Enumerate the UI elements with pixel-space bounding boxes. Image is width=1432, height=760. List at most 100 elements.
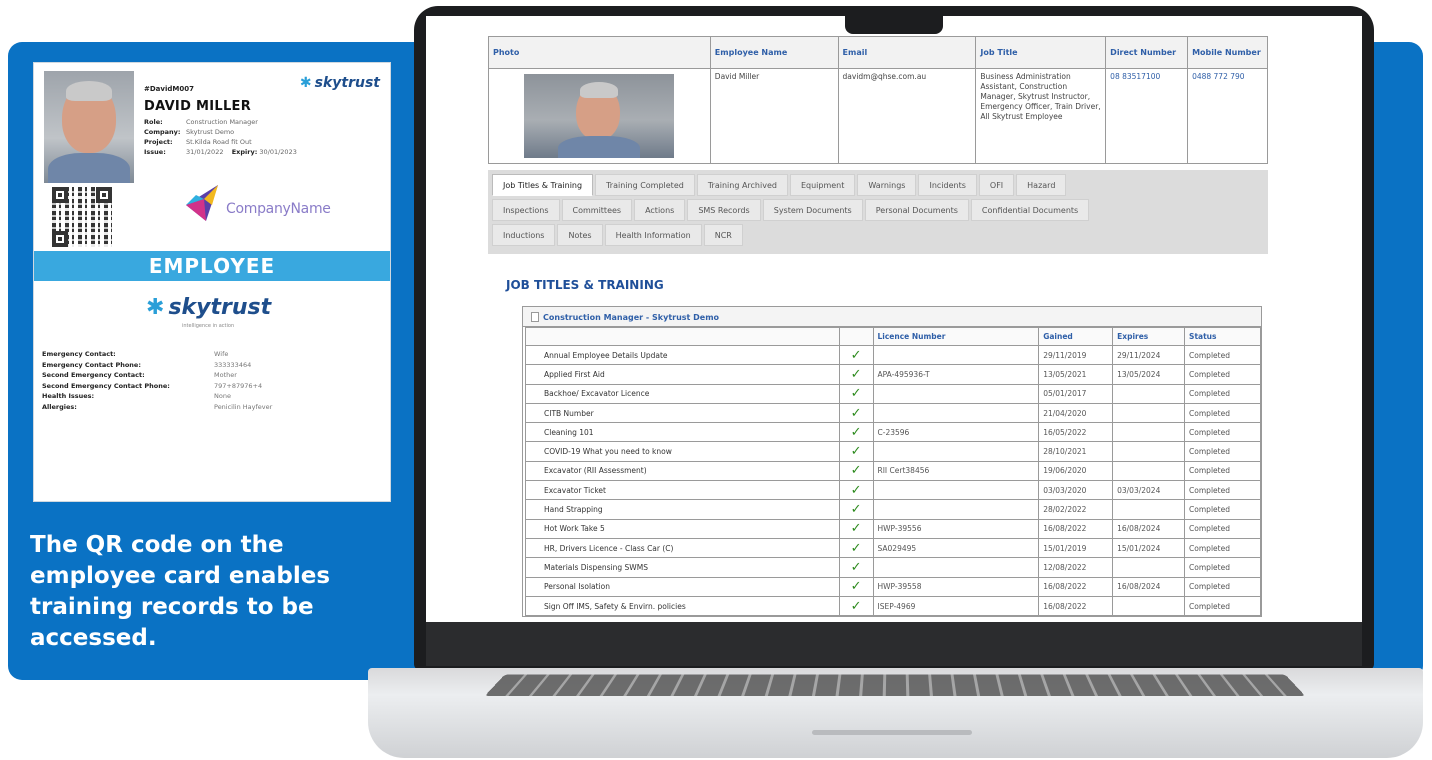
expires-date: [1112, 595, 1186, 617]
header-tick: [838, 327, 874, 346]
tab-hazard[interactable]: Hazard: [1016, 174, 1067, 196]
expires-date: [1112, 460, 1186, 482]
tab-equipment[interactable]: Equipment: [789, 174, 856, 196]
training-course: Excavator Ticket: [525, 480, 840, 501]
snowflake-icon: ✱: [299, 75, 312, 91]
header-expires: Expires: [1112, 327, 1186, 346]
tab-inspections[interactable]: Inspections: [492, 199, 560, 221]
tab-ofi[interactable]: OFI: [978, 174, 1015, 196]
card-employee-id: #DavidM007: [144, 85, 194, 93]
tab-inductions[interactable]: Inductions: [492, 224, 556, 246]
checkmark-icon: ✓: [838, 460, 874, 482]
tab-ncr[interactable]: NCR: [703, 224, 743, 246]
expires-date: [1112, 402, 1186, 424]
employee-band: EMPLOYEE: [34, 251, 390, 281]
gained-date: 13/05/2021: [1038, 364, 1114, 385]
tab-system-documents[interactable]: System Documents: [762, 199, 863, 221]
training-course: Hand Strapping: [525, 499, 840, 520]
table-row[interactable]: Sign Off IMS, Safety & Envirn. policies ✓…: [525, 595, 1261, 617]
training-panel: Construction Manager - Skytrust Demo Lic…: [522, 306, 1262, 618]
emergency-row: Health Issues: None: [42, 392, 231, 400]
table-row[interactable]: Excavator (RII Assessment) ✓ RII Cert38456…: [525, 460, 1261, 482]
expires-date: 29/11/2024: [1112, 344, 1186, 366]
header-email: Email: [837, 36, 977, 69]
tab-health-information[interactable]: Health Information: [604, 224, 702, 246]
expires-date: 15/01/2024: [1112, 537, 1186, 559]
training-course: Personal Isolation: [525, 576, 840, 597]
table-row[interactable]: Materials Dispensing SWMS ✓ 12/08/2022 Comp…: [525, 557, 1261, 578]
tab-training-completed[interactable]: Training Completed: [595, 174, 695, 196]
table-row[interactable]: Hand Strapping ✓ 28/02/2022 Completed: [525, 499, 1261, 520]
cell-mobile-number[interactable]: 0488 772 790: [1187, 68, 1268, 164]
licence-number: SA029495: [872, 537, 1040, 559]
qr-code[interactable]: [52, 187, 112, 247]
emergency-info: Emergency Contact: Wife Emergency Contact…: [42, 349, 272, 412]
tab-warnings[interactable]: Warnings: [857, 174, 917, 196]
table-row[interactable]: Hot Work Take 5 ✓ HWP-39556 16/08/2022 16/08…: [525, 518, 1261, 539]
gained-date: 05/01/2017: [1038, 383, 1114, 404]
emergency-row: Second Emergency Contact Phone: 797+87976…: [42, 381, 263, 390]
tab-personal-documents[interactable]: Personal Documents: [864, 199, 969, 221]
cell-email[interactable]: davidm@qhse.com.au: [837, 68, 977, 164]
tab-job-titles-training[interactable]: Job Titles & Training: [492, 174, 594, 196]
card-photo: [44, 71, 134, 183]
licence-number: [872, 441, 1040, 462]
checkmark-icon: ✓: [838, 402, 874, 424]
cell-employee-name[interactable]: David Miller: [709, 68, 839, 164]
licence-number: ISEP-4969: [872, 595, 1040, 617]
licence-number: [872, 480, 1040, 501]
tab-bar: Job Titles & Training Training Completed…: [488, 170, 1268, 254]
table-row[interactable]: HR, Drivers Licence - Class Car (C) ✓ SA02…: [525, 537, 1261, 559]
table-row[interactable]: Applied First Aid ✓ APA-495936-T 13/05/2021…: [525, 364, 1261, 385]
header-mobile-number: Mobile Number: [1187, 36, 1268, 69]
table-row[interactable]: Personal Isolation ✓ HWP-39558 16/08/2022 16…: [525, 576, 1261, 597]
status: Completed: [1184, 595, 1261, 617]
tab-actions[interactable]: Actions: [634, 199, 686, 221]
document-icon: [531, 312, 539, 322]
expires-date: 16/08/2024: [1112, 518, 1186, 539]
keyboard: [484, 674, 1306, 696]
table-row[interactable]: Annual Employee Details Update ✓ 29/11/201…: [525, 344, 1261, 366]
tab-sms-records[interactable]: SMS Records: [687, 199, 761, 221]
expires-date: 13/05/2024: [1112, 364, 1186, 385]
table-row[interactable]: Cleaning 101 ✓ C-23596 16/05/2022 Completed: [525, 422, 1261, 443]
cell-job-title: Business Administration Assistant, Const…: [975, 68, 1107, 164]
card-field-dates: Issue: 31/01/2022 Expiry: 30/01/2023: [144, 148, 297, 156]
header-job-title: Job Title: [975, 36, 1107, 69]
cell-direct-number[interactable]: 08 83517100: [1105, 68, 1189, 164]
brand-tagline: intelligence in action: [182, 323, 235, 329]
trackpad-edge: [812, 730, 972, 735]
gained-date: 29/11/2019: [1038, 344, 1114, 366]
table-row[interactable]: Excavator Ticket ✓ 03/03/2020 03/03/2024 Com…: [525, 480, 1261, 501]
table-row[interactable]: CITB Number ✓ 21/04/2020 Completed: [525, 402, 1261, 424]
licence-number: [872, 499, 1040, 520]
expires-date: [1112, 422, 1186, 443]
training-course: Backhoe/ Excavator Licence: [525, 383, 840, 404]
expires-date: [1112, 557, 1186, 578]
tab-committees[interactable]: Committees: [561, 199, 633, 221]
training-group-header[interactable]: Construction Manager - Skytrust Demo: [523, 307, 1261, 327]
status: Completed: [1184, 537, 1261, 559]
tab-training-archived[interactable]: Training Archived: [696, 174, 788, 196]
status: Completed: [1184, 480, 1261, 501]
licence-number: [872, 344, 1040, 366]
table-row[interactable]: COVID-19 What you need to know ✓ 28/10/202…: [525, 441, 1261, 462]
gained-date: 21/04/2020: [1038, 402, 1114, 424]
tab-incidents[interactable]: Incidents: [918, 174, 977, 196]
checkmark-icon: ✓: [838, 537, 874, 559]
training-course: Applied First Aid: [525, 364, 840, 385]
header-gained: Gained: [1038, 327, 1114, 346]
table-row[interactable]: Backhoe/ Excavator Licence ✓ 05/01/2017 Com…: [525, 383, 1261, 404]
gained-date: 15/01/2019: [1038, 537, 1114, 559]
tab-confidential-documents[interactable]: Confidential Documents: [970, 199, 1090, 221]
checkmark-icon: ✓: [838, 480, 874, 501]
status: Completed: [1184, 576, 1261, 597]
checkmark-icon: ✓: [838, 344, 874, 366]
card-field-company: Company: Skytrust Demo: [144, 128, 235, 136]
training-course: Materials Dispensing SWMS: [525, 557, 840, 578]
licence-number: [872, 557, 1040, 578]
skytrust-logo: ✱ skytrust: [299, 75, 380, 91]
tab-notes[interactable]: Notes: [557, 224, 603, 246]
employee-details: Photo Employee Name Email Job Title Dire…: [488, 36, 1268, 164]
checkmark-icon: ✓: [838, 441, 874, 462]
